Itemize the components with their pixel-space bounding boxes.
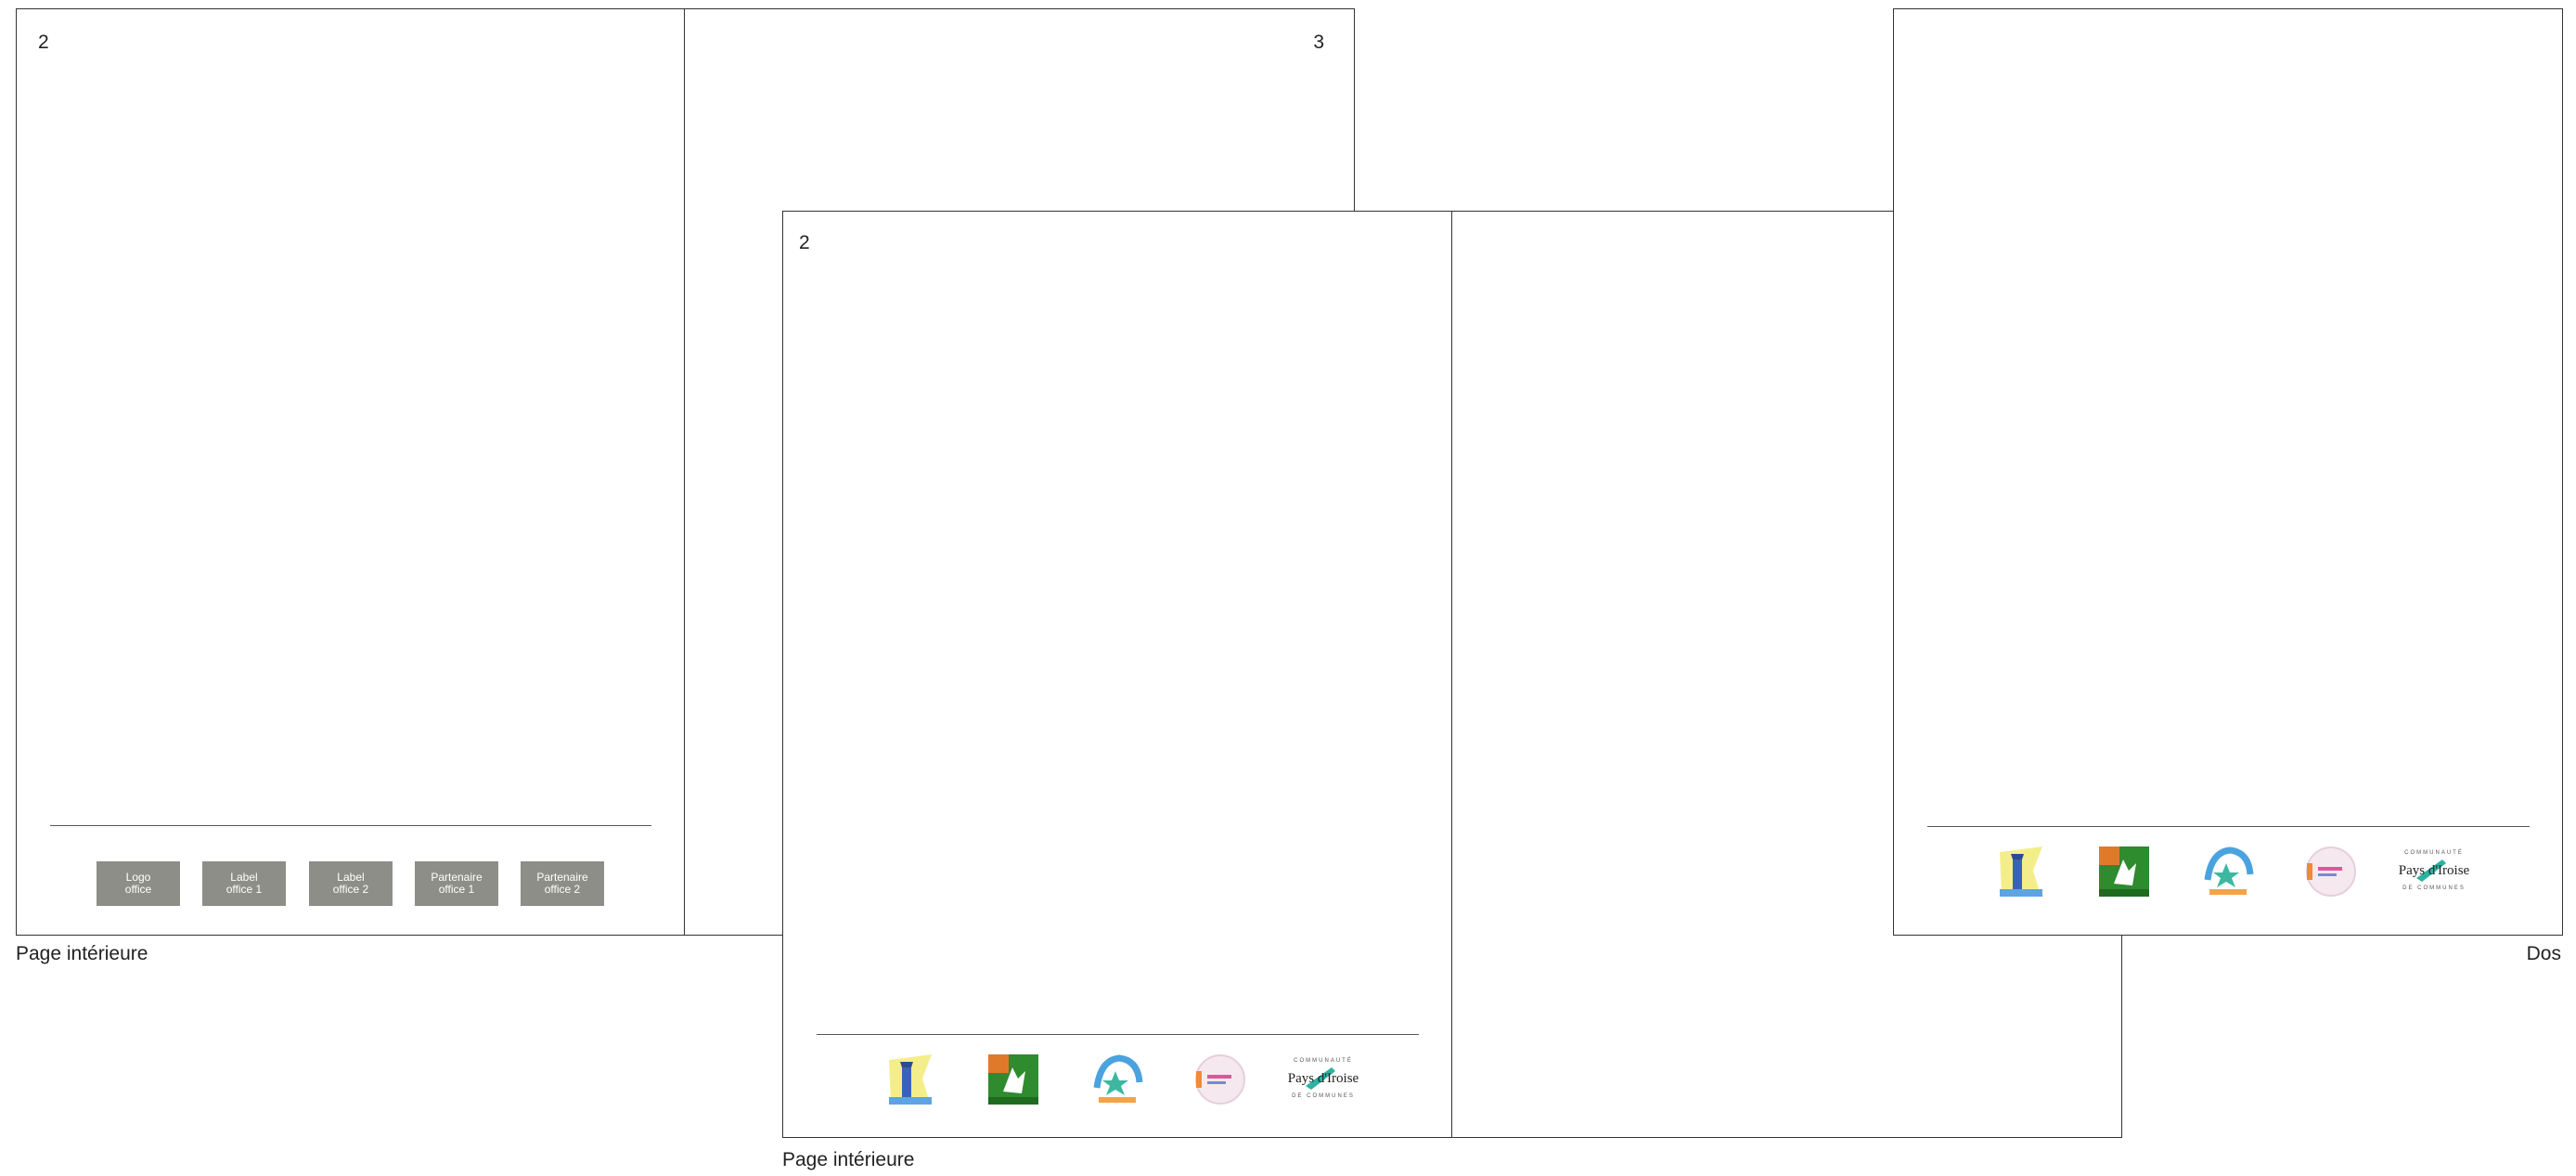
pink-circle-logo-icon — [2301, 843, 2359, 900]
pink-circle-logo-icon — [1191, 1051, 1248, 1108]
back-page: COMMUNAUTÉ Pays d'Iroise DE COMMUNES — [1893, 8, 2563, 936]
spread-a-caption: Page intérieure — [16, 943, 148, 964]
spread-b-left-page: 2 COMMUNAUTÉ Pays d'Iroise DE COMMUNES — [782, 211, 1453, 1138]
spread-a-left-page: 2 Logo office Label office 1 Label offic… — [16, 8, 686, 936]
logo-text-top: COMMUNAUTÉ — [1294, 1057, 1353, 1064]
logo-text-bottom: DE COMMUNES — [1292, 1093, 1355, 1099]
page-number: 2 — [799, 232, 810, 253]
footer-rule — [50, 825, 651, 826]
logo-text-bottom: DE COMMUNES — [2402, 885, 2466, 891]
logo-text-main: Pays d'Iroise — [2399, 863, 2470, 878]
pays-iroise-logo-icon: COMMUNAUTÉ Pays d'Iroise DE COMMUNES — [1285, 1045, 1361, 1110]
lighthouse-logo-icon — [882, 1051, 939, 1108]
partner-office-1-placeholder: Partenaire office 1 — [415, 861, 498, 906]
lighthouse-logo-icon — [1992, 843, 2050, 900]
spread-b-caption: Page intérieure — [782, 1149, 915, 1170]
pays-iroise-logo-icon: COMMUNAUTÉ Pays d'Iroise DE COMMUNES — [2396, 837, 2472, 902]
back-page-caption: Dos — [2526, 943, 2561, 964]
green-square-logo-icon — [985, 1051, 1042, 1108]
footer-rule — [817, 1034, 1419, 1035]
famille-plus-logo-icon — [1088, 1051, 1145, 1108]
label-office-1-placeholder: Label office 1 — [202, 861, 286, 906]
label-office-2-placeholder: Label office 2 — [309, 861, 393, 906]
page-number: 3 — [1313, 32, 1324, 53]
logo-text-top: COMMUNAUTÉ — [2404, 849, 2464, 856]
famille-plus-logo-icon — [2198, 843, 2256, 900]
partner-office-2-placeholder: Partenaire office 2 — [521, 861, 604, 906]
green-square-logo-icon — [2095, 843, 2153, 900]
logo-office-placeholder: Logo office — [97, 861, 180, 906]
page-number: 2 — [38, 32, 49, 53]
footer-rule — [1927, 826, 2530, 827]
logo-text-main: Pays d'Iroise — [1288, 1071, 1359, 1086]
